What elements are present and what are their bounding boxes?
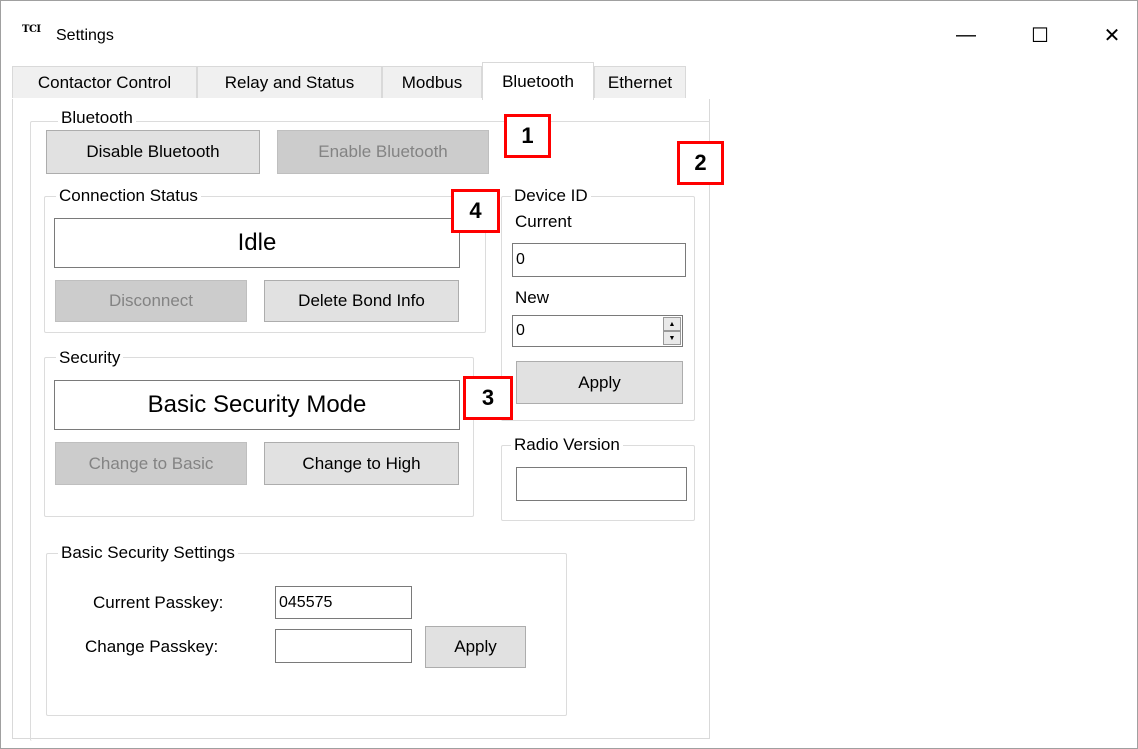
close-button[interactable]: ✕ — [1096, 20, 1128, 50]
device-id-spinner[interactable]: ▲ ▼ — [663, 317, 681, 345]
tab-contactor-control[interactable]: Contactor Control — [12, 66, 197, 98]
tab-bluetooth[interactable]: Bluetooth — [482, 62, 594, 100]
disable-bluetooth-button[interactable]: Disable Bluetooth — [46, 130, 260, 174]
current-passkey-label: Current Passkey: — [93, 593, 224, 612]
change-passkey-field[interactable] — [275, 629, 412, 663]
current-passkey-field[interactable]: 045575 — [275, 586, 412, 619]
device-id-new-stepper[interactable]: 0 ▲ ▼ — [512, 315, 683, 347]
minimize-button[interactable]: — — [950, 20, 982, 50]
maximize-icon: ☐ — [1031, 24, 1049, 47]
change-passkey-label: Change Passkey: — [85, 637, 219, 656]
annotation-marker-3: 3 — [463, 376, 513, 420]
security-group-title: Security — [56, 348, 124, 368]
device-id-current-field[interactable]: 0 — [512, 243, 686, 277]
bluetooth-group-title: Bluetooth — [58, 108, 136, 128]
minimize-icon: — — [956, 23, 976, 46]
window-title: Settings — [56, 27, 114, 44]
delete-bond-info-button[interactable]: Delete Bond Info — [264, 280, 459, 322]
close-icon: ✕ — [1103, 24, 1121, 47]
annotation-marker-1: 1 — [504, 114, 551, 158]
maximize-button[interactable]: ☐ — [1024, 20, 1056, 50]
radio-version-field — [516, 467, 687, 501]
radio-version-title: Radio Version — [511, 435, 623, 455]
connection-status-title: Connection Status — [56, 186, 201, 206]
tab-relay-and-status[interactable]: Relay and Status — [197, 66, 382, 98]
device-id-new-label: New — [515, 288, 550, 307]
app-logo-icon: TCI — [22, 24, 41, 35]
disconnect-button[interactable]: Disconnect — [55, 280, 247, 322]
change-to-high-button[interactable]: Change to High — [264, 442, 459, 485]
annotation-marker-4: 4 — [451, 189, 500, 233]
enable-bluetooth-button[interactable]: Enable Bluetooth — [277, 130, 489, 174]
device-id-new-value: 0 — [516, 322, 525, 339]
basic-security-settings-title: Basic Security Settings — [58, 543, 238, 563]
passkey-apply-button[interactable]: Apply — [425, 626, 526, 668]
annotation-marker-2: 2 — [677, 141, 724, 185]
device-id-title: Device ID — [511, 186, 591, 206]
device-id-current-label: Current — [515, 212, 572, 231]
security-mode-display: Basic Security Mode — [54, 380, 460, 430]
connection-status-display: Idle — [54, 218, 460, 268]
device-id-apply-button[interactable]: Apply — [516, 361, 683, 404]
change-to-basic-button[interactable]: Change to Basic — [55, 442, 247, 485]
tab-ethernet[interactable]: Ethernet — [594, 66, 686, 98]
tab-modbus[interactable]: Modbus — [382, 66, 482, 98]
spin-up-icon[interactable]: ▲ — [663, 317, 681, 331]
spin-down-icon[interactable]: ▼ — [663, 331, 681, 345]
